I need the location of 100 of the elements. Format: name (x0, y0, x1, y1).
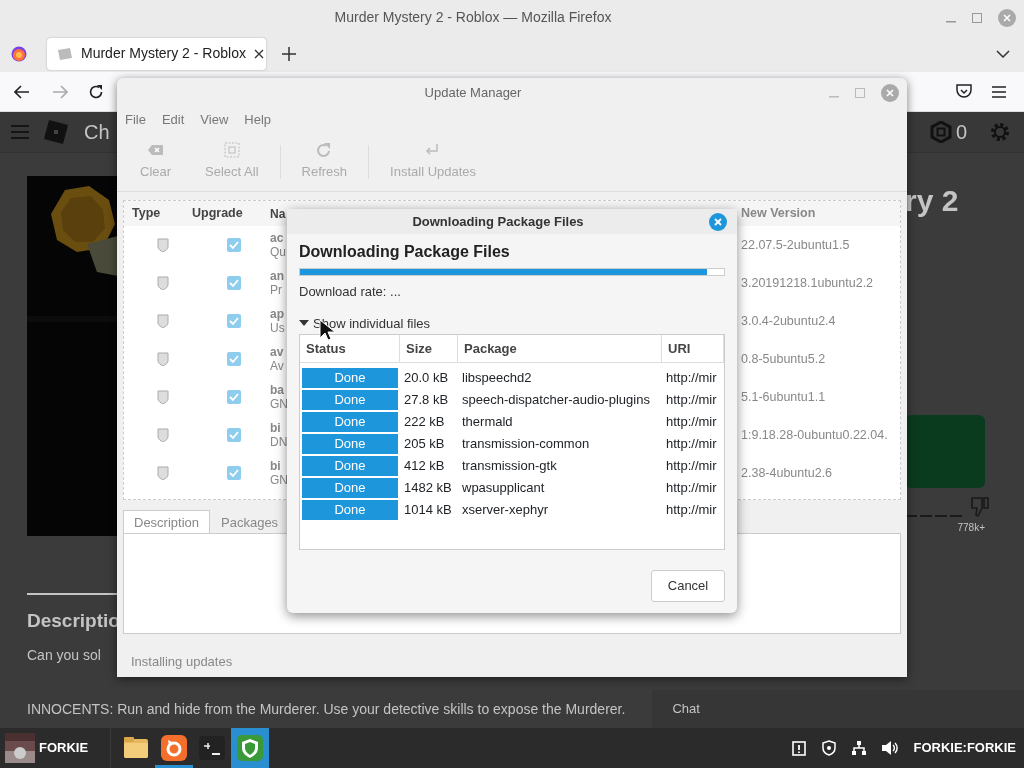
package-description: Qu (270, 245, 287, 259)
back-icon[interactable] (14, 84, 30, 99)
reload-icon[interactable] (88, 83, 104, 100)
shield-icon (236, 734, 265, 762)
maximize-icon[interactable] (972, 12, 982, 23)
package-description: GN (270, 473, 289, 487)
table-cell-text: 412 kB (403, 457, 446, 476)
table-cell-text: 1:9.18.28-0ubuntu0.22.04. (741, 426, 889, 444)
table-cell-text: 1014 kB (403, 501, 453, 520)
package-name: bi (270, 459, 282, 473)
checkbox[interactable] (227, 238, 241, 252)
cancel-button[interactable]: Cancel (651, 570, 725, 602)
settings-icon[interactable] (989, 120, 1011, 143)
table-cell-text: http://mir (665, 413, 718, 432)
column-header[interactable]: Upgrade (192, 204, 266, 223)
status-text: Installing updates (130, 653, 234, 671)
vote-bar (905, 513, 965, 518)
package-name: an (270, 269, 285, 283)
status-badge: Done (302, 412, 398, 432)
maximize-icon[interactable] (855, 88, 865, 98)
status-badge: Done (302, 478, 398, 498)
shield-icon[interactable] (821, 740, 838, 756)
status-badge: Done (302, 500, 398, 520)
table-cell-text: speech-dispatcher-audio-plugins (461, 391, 651, 410)
currency-icon[interactable] (929, 120, 952, 143)
package-name: bi (270, 421, 282, 435)
shield-icon (157, 352, 169, 366)
column-header[interactable]: URI (662, 335, 724, 362)
logo-icon[interactable] (44, 119, 68, 144)
table-cell-text: wpasupplicant (461, 479, 546, 498)
checkbox[interactable] (227, 276, 241, 290)
table-cell-text: http://mir (665, 369, 718, 388)
forward-icon[interactable] (52, 84, 68, 99)
checkbox[interactable] (227, 466, 241, 480)
select-all-icon (222, 141, 241, 158)
checkbox[interactable] (227, 352, 241, 366)
package-description: DN (270, 435, 289, 449)
description-text: Can you sol (27, 646, 101, 665)
shield-icon (157, 466, 169, 480)
page-icon (57, 46, 73, 61)
package-name: ac (270, 231, 285, 245)
shield-icon (157, 314, 169, 328)
table-cell-text: thermald (461, 413, 514, 432)
menu-item[interactable]: Help (244, 110, 272, 130)
browser-logo-icon[interactable] (11, 45, 27, 62)
column-header[interactable]: Package (458, 335, 662, 362)
menu-item[interactable]: File (125, 110, 146, 130)
chat-panel[interactable]: Chat (652, 690, 1024, 728)
dialog-heading: Downloading Package Files (299, 242, 511, 262)
menu-icon[interactable] (992, 85, 1006, 98)
menu-item[interactable]: View (200, 110, 229, 130)
section-heading: Descriptio (27, 608, 120, 633)
close-icon[interactable] (253, 48, 264, 59)
checkbox[interactable] (227, 314, 241, 328)
table-cell-text: 2.38-4ubuntu2.6 (741, 464, 834, 482)
table-cell-text: 27.8 kB (403, 391, 450, 410)
window-title: Murder Mystery 2 - Roblox — Mozilla Firefox (333, 8, 613, 27)
checkbox[interactable] (227, 390, 241, 404)
tab[interactable]: Description (123, 510, 211, 533)
package-name: ba (270, 383, 285, 397)
volume-icon[interactable] (881, 740, 900, 756)
checkbox[interactable] (227, 428, 241, 442)
table-cell-text: http://mir (665, 457, 718, 476)
status-badge: Done (302, 390, 398, 410)
menu-item[interactable]: Edit (161, 110, 185, 130)
chevron-icon[interactable] (996, 49, 1010, 58)
package-description: Pr (270, 283, 283, 297)
thumbs-down-icon[interactable] (969, 495, 991, 518)
status-badge: Done (302, 434, 398, 454)
table-cell-text: 3.0.4-2ubuntu2.4 (741, 312, 837, 330)
network-icon[interactable] (851, 740, 868, 756)
table-cell-text: 5.1-6ubuntu1.1 (741, 388, 827, 406)
currency-count: 0 (955, 119, 967, 145)
table-cell-text: http://mir (665, 479, 718, 498)
table-cell-text: 20.0 kB (403, 369, 450, 388)
new-tab-icon[interactable] (282, 46, 296, 61)
package-name: ap (270, 307, 285, 321)
table-cell-text: libspeechd2 (461, 369, 533, 388)
column-header[interactable]: Size (400, 335, 458, 362)
pocket-icon[interactable] (956, 84, 972, 99)
package-description: GN (270, 397, 289, 411)
expander-arrow-icon (299, 319, 309, 328)
package-description: Av (270, 359, 285, 373)
column-header[interactable]: Type (124, 204, 192, 223)
package-description: Us (270, 321, 286, 335)
play-button[interactable] (905, 414, 985, 488)
session-name: FORKIE:FORKIE (913, 739, 1016, 758)
taskbar-app[interactable] (231, 728, 270, 768)
table-cell-text: transmission-gtk (461, 457, 558, 476)
description-text: INNOCENTS: Run and hide from the Murderer. Use your detective skills to expose the Murderer. (27, 699, 626, 719)
clipboard-alert-icon[interactable] (791, 740, 808, 756)
browser-tab[interactable]: Murder Mystery 2 - Roblox (47, 37, 266, 70)
shield-icon (157, 238, 169, 252)
shield-icon (157, 428, 169, 442)
game-title: ry 2 (905, 182, 960, 219)
table-cell-text: 3.20191218.1ubuntu2.2 (741, 274, 875, 292)
browser-icon (160, 734, 189, 762)
header-text: Ch (84, 119, 110, 145)
dialog-title: Downloading Package Files (411, 212, 585, 231)
table-cell-text: http://mir (665, 391, 718, 410)
